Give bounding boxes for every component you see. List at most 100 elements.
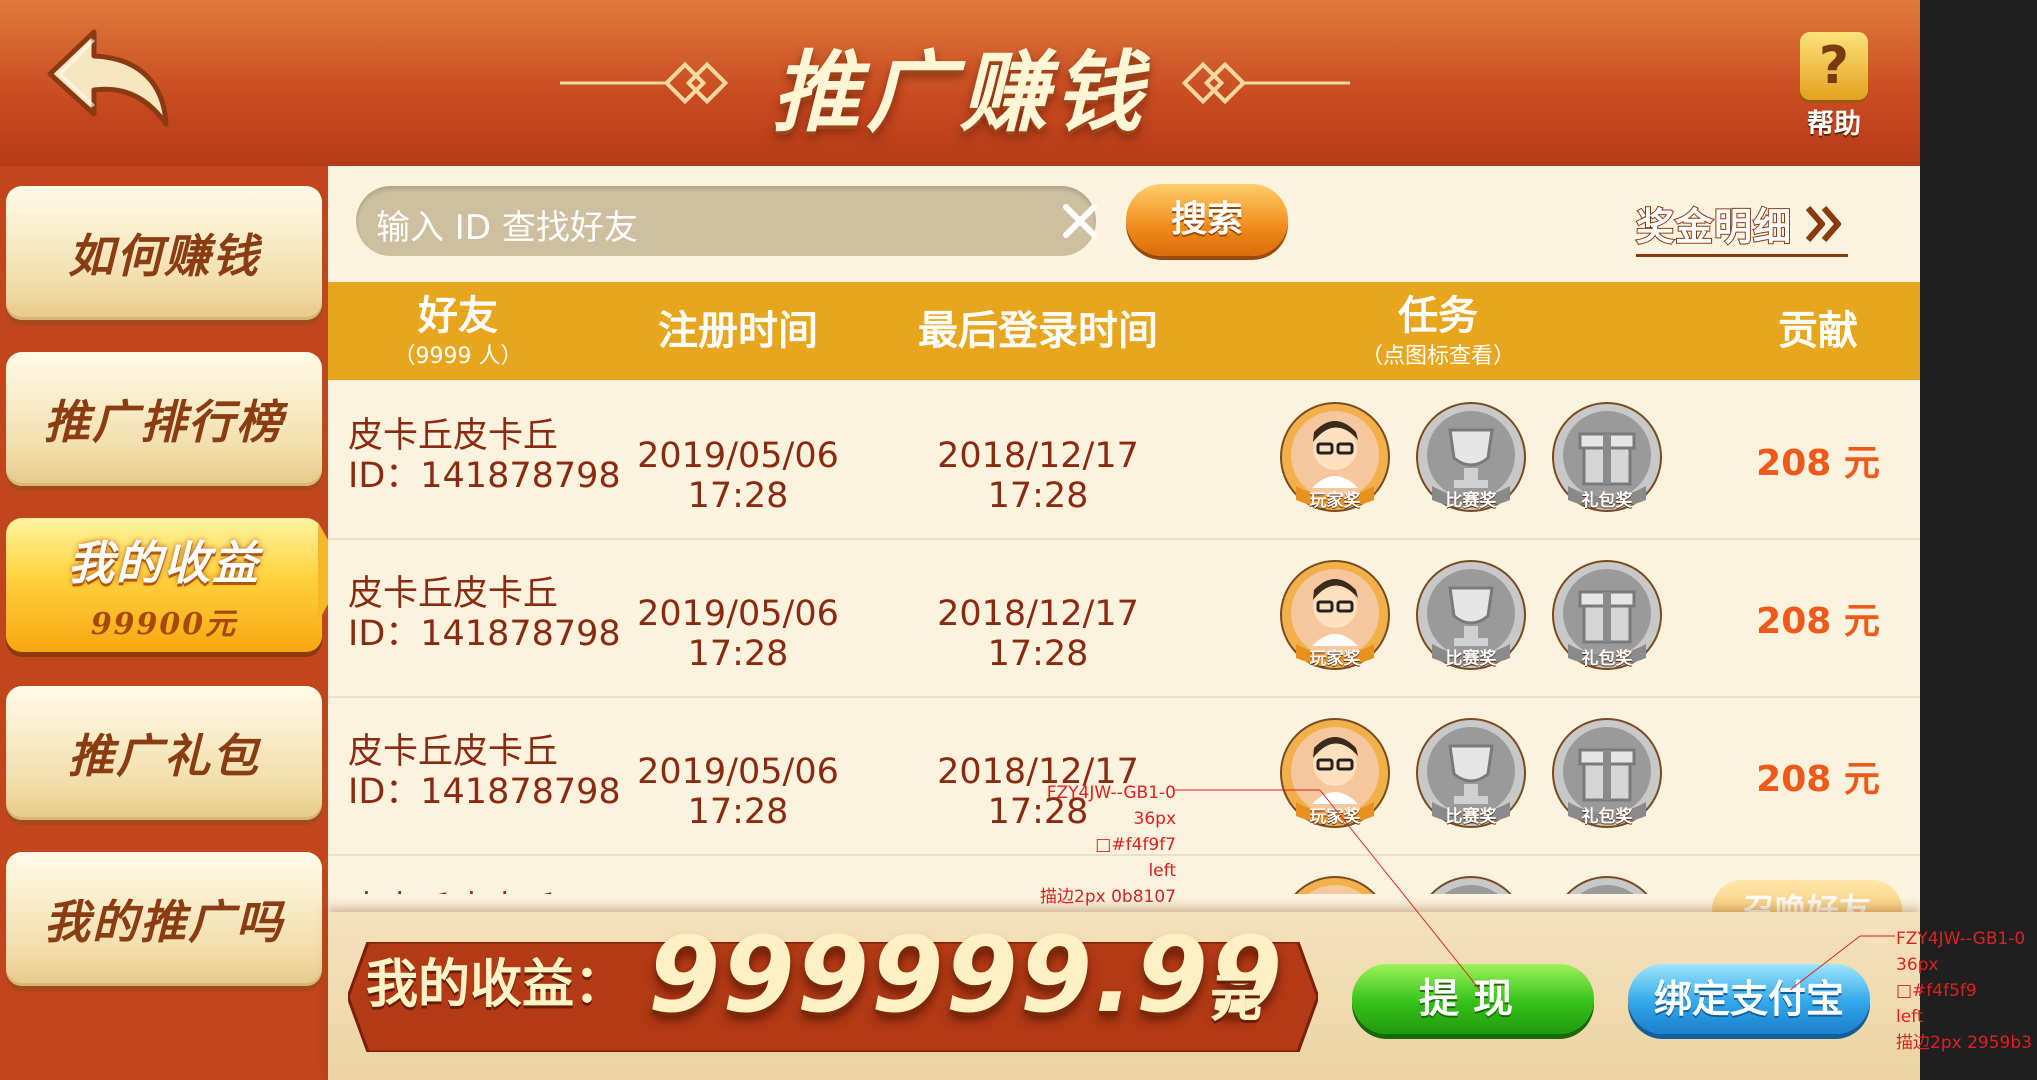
task-hint: （点图标查看） (1360, 344, 1515, 369)
annotation-line: □#f4f5f9 (1896, 981, 1977, 1001)
player-award-badge[interactable]: 玩家奖 (1278, 400, 1392, 514)
search-button[interactable]: 搜索 (1126, 184, 1288, 256)
player-award-badge[interactable]: 玩家奖 (1278, 716, 1392, 830)
contribution-value: 208 元 (1756, 443, 1880, 484)
gift-box-icon (1566, 876, 1648, 894)
last-login-time: 2018/12/17 17:28 (937, 594, 1139, 674)
player-avatar-icon (1294, 876, 1376, 894)
column-header-task: 任务 （点图标查看） (1288, 282, 1588, 380)
sidebar-item-ranking[interactable]: 推广排行榜 (6, 352, 322, 486)
withdraw-button[interactable]: 提现 (1352, 964, 1594, 1034)
sidebar-item-label: 我的推广吗 (44, 895, 284, 949)
bonus-detail-label: 奖金明细 (1635, 203, 1793, 250)
match-award-badge[interactable]: 比赛奖 (1414, 874, 1528, 894)
sidebar-item-my-promo-code[interactable]: 我的推广吗 (6, 852, 322, 986)
badge-label: 礼包奖 (1581, 491, 1633, 511)
search-input[interactable]: 输入 ID 查找好友 (356, 186, 1097, 256)
register-time: 2019/05/06 17:28 (637, 594, 839, 674)
match-award-badge[interactable]: 比赛奖 (1414, 558, 1528, 672)
last-login-time: 2018/12/17 17:28 (937, 436, 1139, 516)
friend-cell: 皮卡丘皮卡丘 ID：141878798 (348, 732, 621, 812)
friend-cell: 皮卡丘皮卡丘 (348, 890, 558, 894)
friend-cell: 皮卡丘皮卡丘 ID：141878798 (348, 416, 621, 496)
header-bar: 推广赚钱 ? 帮助 (0, 0, 1920, 169)
gift-award-badge[interactable]: 礼包奖 (1550, 400, 1664, 514)
sidebar-item-earnings-amount: 99900元 (90, 607, 238, 642)
badge-label: 比赛奖 (1445, 807, 1497, 827)
badge-label: 比赛奖 (1445, 649, 1497, 669)
page-title: 推广赚钱 (771, 40, 1148, 144)
table-row: 皮卡丘皮卡丘 ID：141878798 2019/05/06 17:28 2018/1… (328, 538, 1920, 698)
annotation-line: 描边2px 2959b3 (1896, 1033, 2032, 1053)
register-time: 2019/05/06 17:28 (637, 752, 839, 832)
sidebar-item-label: 如何赚钱 (68, 229, 260, 283)
badge-label: 玩家奖 (1309, 491, 1361, 511)
player-award-badge[interactable]: 玩家奖 (1278, 874, 1392, 894)
column-header-label: 最后登录时间 (918, 308, 1158, 354)
annotation-line: left (1148, 861, 1176, 881)
help-label: 帮助 (1807, 109, 1861, 140)
sidebar-item-promo-gift[interactable]: 推广礼包 (6, 686, 322, 820)
friend-name: 皮卡丘皮卡丘 (348, 574, 559, 614)
badge-label: 玩家奖 (1309, 649, 1361, 669)
dark-margin (1920, 0, 2037, 1080)
badge-label: 礼包奖 (1581, 649, 1633, 669)
match-award-badge[interactable]: 比赛奖 (1414, 716, 1528, 830)
sidebar-item-label: 我的收益 (68, 536, 260, 590)
column-header-label: 注册时间 (658, 308, 818, 354)
column-header-friend: 好友 （9999 人） (328, 282, 588, 380)
annotation-alipay-spec: FZY4JW--GB1-0 36px □#f4f5f9 left 描边2px 2959b… (1896, 926, 2037, 1056)
register-time: 2019/05/06 17:28 (637, 436, 839, 516)
friend-name: 皮卡丘皮卡丘 (348, 890, 558, 894)
match-award-badge[interactable]: 比赛奖 (1414, 400, 1528, 514)
gift-award-badge[interactable]: 礼包奖 (1550, 874, 1664, 894)
gift-award-badge[interactable]: 礼包奖 (1550, 716, 1664, 830)
double-chevron-right-icon (1805, 206, 1841, 242)
friend-id: ID：141878798 (348, 456, 621, 496)
sidebar-item-label: 推广排行榜 (44, 395, 284, 449)
column-header-label: 好友 (418, 293, 498, 339)
app-screen: 推广赚钱 ? 帮助 如何赚钱 推广排行榜 我的收益 99900元 推广礼包 我的… (0, 0, 1920, 1080)
annotation-line: 36px (1133, 809, 1176, 829)
annotation-line: 36px (1896, 955, 1939, 975)
sidebar-item-my-earnings[interactable]: 我的收益 99900元 (6, 518, 322, 652)
bind-alipay-button[interactable]: 绑定支付宝 (1628, 964, 1870, 1034)
table-row: 皮卡丘皮卡丘 ID：141878798 2019/05/06 17:28 2018/1… (328, 380, 1920, 540)
column-header-contribution: 贡献 (1728, 282, 1908, 380)
earnings-value: 999999.99 (648, 914, 1285, 1036)
column-header-label: 贡献 (1778, 308, 1858, 354)
earnings-unit: 元 (1210, 969, 1263, 1029)
friend-count: （9999 人） (393, 344, 523, 369)
title-right-ornament (1181, 61, 1350, 105)
bonus-detail-link[interactable]: 奖金明细 (1635, 196, 1848, 257)
sidebar: 如何赚钱 推广排行榜 我的收益 99900元 推广礼包 我的推广吗 (0, 166, 346, 1080)
help-icon: ? (1800, 32, 1868, 100)
sidebar-item-label: 推广礼包 (68, 729, 260, 783)
annotation-withdraw-spec: FZY4JW--GB1-0 36px □#f4f9f7 left 描边2px 0b810… (1000, 780, 1176, 910)
close-icon[interactable] (1058, 199, 1102, 243)
friend-name: 皮卡丘皮卡丘 (348, 416, 559, 456)
earnings-bar: 我的收益： 999999.99 元 提现 绑定支付宝 (328, 912, 1920, 1080)
player-award-badge[interactable]: 玩家奖 (1278, 558, 1392, 672)
column-header-register-time: 注册时间 (588, 282, 888, 380)
annotation-line: FZY4JW--GB1-0 (1046, 783, 1176, 803)
column-header-last-login: 最后登录时间 (888, 282, 1188, 380)
friend-id: ID：141878798 (348, 772, 621, 812)
annotation-line: □#f4f9f7 (1095, 835, 1176, 855)
annotation-line: 描边2px 0b8107 (1040, 887, 1176, 907)
table-header: 好友 （9999 人） 注册时间 最后登录时间 任务 （点图标查看） 贡献 (328, 282, 1920, 380)
badge-label: 比赛奖 (1445, 491, 1497, 511)
friend-name: 皮卡丘皮卡丘 (348, 732, 559, 772)
help-button[interactable]: ? 帮助 (1796, 32, 1872, 140)
badge-label: 玩家奖 (1309, 807, 1361, 827)
friend-cell: 皮卡丘皮卡丘 ID：141878798 (348, 574, 621, 654)
search-placeholder: 输入 ID 查找好友 (376, 208, 638, 248)
trophy-icon (1430, 876, 1512, 894)
sidebar-item-how-to-earn[interactable]: 如何赚钱 (6, 186, 322, 320)
gift-award-badge[interactable]: 礼包奖 (1550, 558, 1664, 672)
contribution-value: 208 元 (1756, 601, 1880, 642)
badge-label: 礼包奖 (1581, 807, 1633, 827)
annotation-line: FZY4JW--GB1-0 (1896, 929, 2026, 949)
earnings-label: 我的收益： (366, 954, 627, 1015)
friend-id: ID：141878798 (348, 614, 621, 654)
